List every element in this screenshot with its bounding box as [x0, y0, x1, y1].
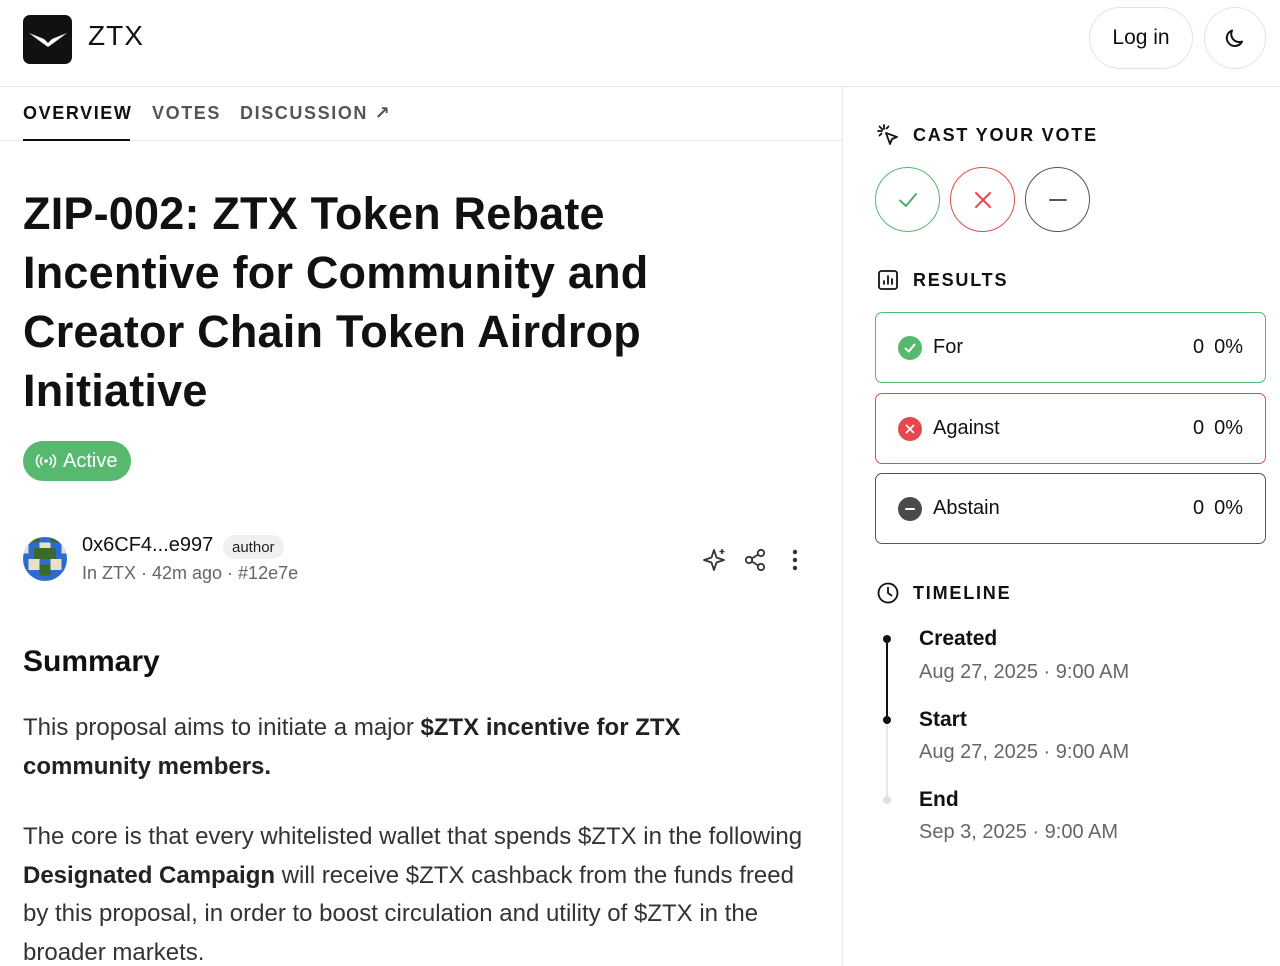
- timeline-item-title: End: [919, 788, 959, 811]
- result-against: Against 0 0%: [875, 393, 1266, 464]
- moon-icon: [1225, 29, 1243, 47]
- status-badge: Active: [23, 441, 132, 481]
- share-button[interactable]: [740, 545, 770, 575]
- broadcast-icon: [35, 454, 57, 468]
- timeline-heading: TIMELINE: [876, 581, 1011, 605]
- timeline-item-date: Aug 27, 2025 · 9:00 AM: [919, 741, 1130, 763]
- sparkle-icon: [703, 549, 725, 571]
- clock-icon: [877, 582, 899, 604]
- theme-toggle-button[interactable]: [1204, 7, 1266, 69]
- active-tab-indicator: [23, 139, 130, 141]
- status-label: Active: [63, 449, 118, 472]
- more-options-button[interactable]: [780, 545, 810, 575]
- timeline-item-title: Start: [919, 708, 967, 731]
- column-divider: [842, 87, 843, 966]
- timeline-item-title: Created: [919, 627, 998, 650]
- proposal-title: ZIP-002: ZTX Token Rebate Incentive for …: [23, 188, 649, 416]
- proposal-tabs: OVERVIEW VOTES DISCUSSION ↗: [0, 87, 842, 141]
- vote-against-button[interactable]: [950, 167, 1015, 232]
- summary-paragraph-1: This proposal aims to initiate a major $…: [23, 714, 681, 780]
- result-label: Against: [933, 417, 1000, 439]
- minus-icon: [1048, 198, 1067, 201]
- timeline-line: [886, 643, 888, 717]
- proposal-meta: In ZTX · 42m ago · #12e7e: [82, 563, 299, 583]
- result-percent: 0%: [1214, 497, 1243, 519]
- ztx-logo-icon[interactable]: [23, 15, 72, 64]
- check-circle-icon: [898, 335, 922, 360]
- result-percent: 0%: [1214, 417, 1243, 439]
- timeline-dot: [883, 635, 891, 643]
- author-tag: author: [223, 535, 284, 559]
- summary-heading: Summary: [23, 645, 160, 678]
- bar-chart-icon: [878, 270, 898, 290]
- brand-name[interactable]: ZTX: [88, 20, 144, 52]
- vote-for-button[interactable]: [875, 167, 940, 232]
- tab-discussion[interactable]: DISCUSSION ↗: [240, 103, 391, 124]
- timeline-line: [886, 723, 888, 797]
- top-header: ZTX Log in: [0, 0, 1280, 87]
- cast-vote-heading: CAST YOUR VOTE: [876, 123, 1098, 147]
- result-label: Abstain: [933, 497, 1000, 519]
- result-count: 0: [1192, 497, 1205, 519]
- summary-paragraph-2: The core is that every whitelisted walle…: [23, 823, 803, 966]
- tab-votes[interactable]: VOTES: [152, 103, 221, 124]
- avatar[interactable]: [23, 537, 67, 581]
- timeline-item-date: Sep 3, 2025 · 9:00 AM: [919, 821, 1119, 843]
- login-button[interactable]: Log in: [1089, 7, 1193, 69]
- timeline-dot: [883, 716, 891, 724]
- more-vertical-icon: [792, 549, 798, 571]
- timeline-item-date: Aug 27, 2025 · 9:00 AM: [919, 661, 1130, 683]
- result-for: For 0 0%: [875, 312, 1266, 383]
- results-heading: RESULTS: [876, 268, 1008, 292]
- result-count: 0: [1192, 336, 1205, 358]
- check-icon: [898, 192, 917, 207]
- minus-circle-icon: [898, 496, 922, 521]
- result-percent: 0%: [1214, 336, 1243, 358]
- author-address[interactable]: 0x6CF4...e997: [82, 534, 213, 557]
- result-abstain: Abstain 0 0%: [875, 473, 1266, 544]
- result-count: 0: [1192, 417, 1205, 439]
- vote-abstain-button[interactable]: [1025, 167, 1090, 232]
- cursor-click-icon: [877, 124, 898, 145]
- ai-summary-button[interactable]: [699, 545, 729, 575]
- x-circle-icon: [898, 416, 922, 441]
- share-icon: [744, 548, 766, 572]
- result-label: For: [933, 336, 963, 358]
- x-icon: [974, 191, 991, 208]
- timeline-dot: [883, 796, 891, 804]
- tab-overview[interactable]: OVERVIEW: [23, 103, 133, 124]
